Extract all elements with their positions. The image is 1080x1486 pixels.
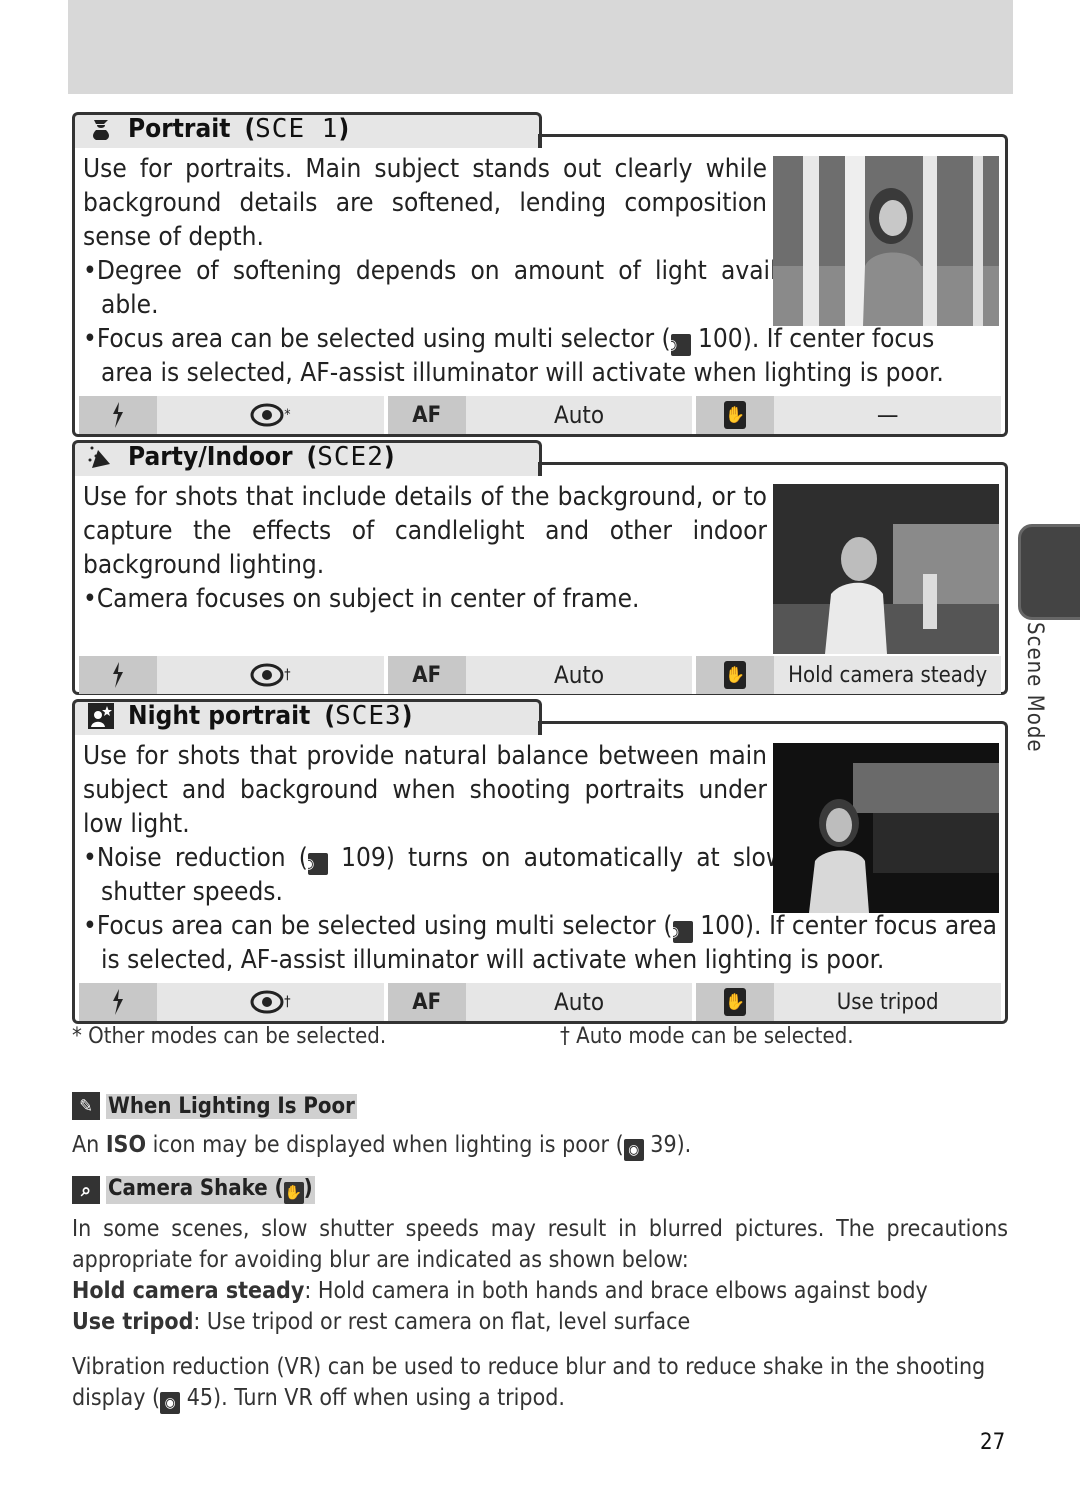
red-eye-icon (250, 663, 284, 687)
bullet: •Focus area can be selected using multi … (83, 911, 997, 975)
reference-icon: ◉ (160, 1392, 181, 1414)
section-title-text: Party/Indoor (128, 442, 293, 472)
red-eye-icon (250, 403, 284, 427)
flash-value: * (157, 396, 384, 434)
shake-value: Use tripod (774, 983, 1002, 1021)
portrait-photo (773, 156, 999, 326)
af-icon: AF (387, 656, 466, 694)
scene-code: SCE3 (335, 701, 402, 731)
reference-icon: ◉ (303, 853, 328, 875)
focus-value: Auto (465, 656, 693, 694)
party-photo (773, 484, 999, 654)
settings-table: † AF Auto ✋ Hold camera steady (79, 656, 1002, 694)
flash-icon (79, 396, 157, 434)
portrait-icon (93, 120, 109, 140)
settings-table: * AF Auto ✋ — (79, 396, 1002, 434)
section-title: Party/Indoor (SCE2) (88, 442, 395, 472)
section-box: Use for portraits. Main subject stands o… (72, 148, 1008, 437)
header-band (68, 0, 1013, 94)
section-description: Use for shots that provide natural balan… (83, 741, 767, 839)
shake-value: Hold camera steady (774, 656, 1002, 694)
section-title: Portrait (SCE 1) (88, 114, 349, 144)
focus-value: Auto (465, 983, 693, 1021)
section-party-indoor: Party/Indoor (SCE2) Use for shots that in… (72, 440, 1008, 695)
bullet: •Focus area can be selected using multi … (83, 324, 935, 356)
night-portrait-photo (773, 743, 999, 913)
magnifier-note-icon: ⌕ (72, 1176, 100, 1204)
shake-value: — (774, 396, 1002, 434)
section-title-text: Night portrait (128, 701, 311, 731)
note-heading-shake: ⌕ Camera Shake (✋) (72, 1176, 315, 1204)
note-vr-text: Vibration reduction (VR) can be used to … (72, 1352, 1008, 1414)
section-box: Use for shots that provide natural balan… (72, 735, 1008, 1024)
camera-shake-icon: ✋ (283, 1182, 304, 1204)
flash-icon (79, 656, 157, 694)
section-title-text: Portrait (128, 114, 231, 144)
settings-table: † AF Auto ✋ Use tripod (79, 983, 1002, 1021)
note-shake-text: In some scenes, slow shutter speeds may … (72, 1216, 1008, 1335)
section-title: Night portrait (SCE3) (88, 701, 412, 731)
scene-code: SCE 1 (255, 114, 339, 144)
red-eye-icon (250, 990, 284, 1014)
scene-code: SCE2 (317, 442, 384, 472)
party-icon (88, 446, 110, 468)
af-icon: AF (387, 983, 466, 1021)
note-heading-lighting: ✎ When Lighting Is Poor (72, 1092, 357, 1120)
footnote-star: * Other modes can be selected. (72, 1024, 387, 1049)
note-lighting-text: An ISO icon may be displayed when lighti… (72, 1130, 1008, 1161)
chapter-tab (1018, 524, 1080, 620)
page-number: 27 (980, 1430, 1006, 1455)
section-night-portrait: Night portrait (SCE3) Use for shots that … (72, 699, 1008, 1024)
camera-shake-icon: ✋ (696, 656, 775, 694)
focus-value: Auto (465, 396, 693, 434)
camera-shake-icon: ✋ (696, 983, 775, 1021)
section-description: Use for shots that include details of th… (83, 482, 767, 580)
footnote-dagger: † Auto mode can be selected. (560, 1024, 854, 1049)
reference-icon: ◉ (623, 1139, 644, 1161)
reference-icon: ◉ (668, 921, 693, 943)
bullet-continued: area is selected, AF-assist illuminator … (101, 358, 944, 388)
chapter-label: Scene Mode (1022, 622, 1047, 753)
section-description: Use for portraits. Main subject stands o… (83, 154, 767, 252)
camera-shake-icon: ✋ (696, 396, 775, 434)
bullet: •Degree of softening depends on amount o… (83, 256, 785, 320)
flash-value: † (157, 656, 384, 694)
reference-icon: ◉ (666, 334, 691, 356)
flash-value: † (157, 983, 384, 1021)
bullet: •Noise reduction (◉ 109) turns on automa… (83, 843, 785, 907)
footnotes: * Other modes can be selected. † Auto mo… (72, 1024, 1008, 1049)
pencil-note-icon: ✎ (72, 1092, 100, 1120)
section-box: Use for shots that include details of th… (72, 476, 1008, 695)
af-icon: AF (387, 396, 466, 434)
night-portrait-icon (88, 703, 114, 729)
flash-icon (79, 983, 157, 1021)
section-portrait: Portrait (SCE 1) Use for portraits. Main … (72, 112, 1008, 437)
